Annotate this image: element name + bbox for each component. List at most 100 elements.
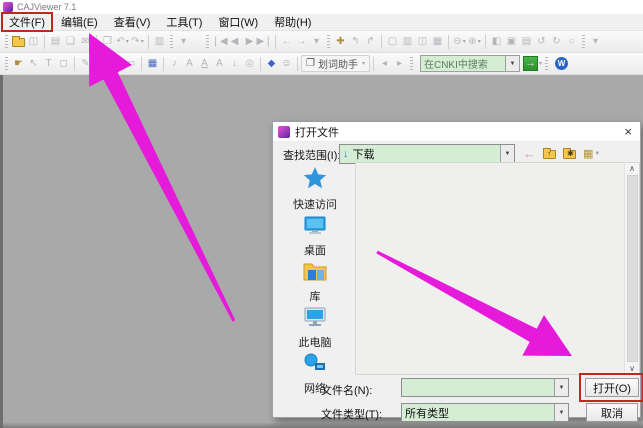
assistant-face-icon[interactable]: ☺ [279,55,294,73]
prev-view-icon[interactable]: ↰ [348,33,363,51]
image-annotation-icon[interactable]: ▦ [145,55,160,73]
page-setup-icon[interactable]: ❐ [100,33,115,51]
arrow-annotation-icon[interactable]: ↓ [227,55,242,73]
view-overflow-icon[interactable]: ▾ [588,33,603,51]
underline-text-icon[interactable]: A [197,55,212,73]
assistant-prev-icon[interactable]: ◂ [377,55,392,73]
redo-icon[interactable]: ↷ ▾ [130,33,145,51]
toolbar-separator [372,56,374,71]
magnifier-icon[interactable]: ○ [564,33,579,51]
close-icon[interactable]: × [624,125,632,138]
open-button[interactable]: 打开(O) [585,378,639,397]
next-page-icon[interactable]: ▶ [242,33,257,51]
file-type-combobox[interactable]: 所有类型 ▼ [401,403,569,422]
chevron-down-icon[interactable]: ▼ [554,379,568,396]
toolbar-separator [297,56,298,71]
look-in-value: 下载 [352,149,375,161]
file-list-area[interactable]: ∧ ∨ [355,162,640,375]
save-icon[interactable]: ◫ [26,33,41,51]
toolbar-overflow-icon[interactable]: ▾ [176,33,191,51]
continuous-facing-icon[interactable]: ▦ [430,33,445,51]
line-icon[interactable]: ╱ [93,55,108,73]
dialog-sidebar-item-desktop[interactable]: 桌面 [302,212,328,258]
last-page-icon[interactable]: ▶❘ [256,33,272,51]
chevron-down-icon[interactable]: ▼ [554,404,568,421]
select-image-icon[interactable]: T [41,55,56,73]
chevron-down-icon[interactable]: ▼ [504,56,519,71]
app-icon [278,125,290,138]
clipboard-icon: ❐ [306,58,315,69]
toolbar-separator [141,56,142,71]
view-menu-icon[interactable]: ▦ ▼ [583,147,600,160]
next-view-icon[interactable]: ↱ [363,33,378,51]
new-folder-icon[interactable]: ✱ [563,148,576,159]
prev-page-icon[interactable]: ◀ [227,33,242,51]
facing-page-icon[interactable]: ◫ [415,33,430,51]
print-preview-icon[interactable]: ❏ [63,33,78,51]
word-assistant-button[interactable]: ❐ 划词助手 ▾ [301,55,370,72]
fit-width-icon[interactable]: ◧ [489,33,504,51]
continuous-page-icon[interactable]: ▥ [400,33,415,51]
zoom-out-icon[interactable]: ⊖ ▾ [452,33,467,51]
highlight-icon[interactable]: ◎ [242,55,257,73]
file-name-input[interactable] [402,379,554,396]
pan-tool-icon[interactable]: ✚ [333,33,348,51]
print-icon[interactable]: ▤ [48,33,63,51]
rotate-left-icon[interactable]: ↺ [534,33,549,51]
cnki-logo-icon[interactable]: W [555,57,568,70]
chevron-down-icon[interactable]: ▾ [539,60,542,67]
snapshot-icon[interactable]: ◻ [56,55,71,73]
sidebar-item-label: 桌面 [304,245,326,257]
dialog-sidebar-item-library[interactable]: 库 [302,258,328,304]
actual-size-icon[interactable]: ▤ [519,33,534,51]
toolbar-grip [545,57,548,70]
up-one-level-icon[interactable]: ↑ [543,148,556,159]
freetext-icon[interactable]: A [182,55,197,73]
properties-icon[interactable]: ▥ [152,33,167,51]
select-text-icon[interactable]: ↖ [26,55,41,73]
rectangle-icon[interactable]: ▭ [123,55,138,73]
cnki-search-go-button[interactable]: → [522,56,538,71]
file-name-combobox[interactable]: ▼ [401,378,569,397]
menu-edit[interactable]: 编辑(E) [53,13,106,31]
single-page-icon[interactable]: ▢ [385,33,400,51]
open-file-icon[interactable] [11,33,26,51]
scroll-up-icon[interactable]: ∧ [629,164,635,173]
nav-overflow-icon[interactable]: ▾ [309,33,324,51]
look-in-combobox[interactable]: ↓ 下载 ▼ [339,144,515,164]
cancel-button[interactable]: 取消 [586,403,638,422]
dialog-titlebar[interactable]: 打开文件 × [273,122,640,142]
look-in-label: 查找范围(I): [283,150,341,162]
scroll-down-icon[interactable]: ∨ [629,364,635,373]
menu-view[interactable]: 查看(V) [106,13,159,31]
menu-bar: 文件(F) 编辑(E) 查看(V) 工具(T) 窗口(W) 帮助(H) [0,12,643,32]
dialog-nav-toolbar: ← ↑ ✱ ▦ ▼ [523,146,600,161]
rotate-right-icon[interactable]: ↻ [549,33,564,51]
scrollbar-thumb[interactable] [626,175,638,362]
star-icon [302,166,328,195]
email-icon[interactable]: ✉ [78,33,93,51]
note-icon[interactable]: ♪ [167,55,182,73]
forward-view-icon[interactable]: → [294,33,309,51]
first-page-icon[interactable]: ❘◀ [211,33,227,51]
back-icon[interactable]: ← [523,146,536,161]
cnki-search-input[interactable]: 在CNKI中搜索 ▼ [419,55,520,72]
menu-window[interactable]: 窗口(W) [210,13,266,31]
font-color-icon[interactable]: A [212,55,227,73]
undo-icon[interactable]: ↶ ▾ [115,33,130,51]
fit-page-icon[interactable]: ▣ [504,33,519,51]
vertical-scrollbar[interactable]: ∧ ∨ [624,163,639,374]
dialog-sidebar-item-quick[interactable]: 快速访问 [293,166,337,212]
zoom-in-icon[interactable]: ⊕ ▾ [467,33,482,51]
pencil-icon[interactable]: ✎ [78,55,93,73]
back-view-icon[interactable]: ← [279,33,294,51]
dialog-sidebar-item-computer[interactable]: 此电脑 [299,304,332,350]
menu-file[interactable]: 文件(F) [1,12,54,32]
menu-help[interactable]: 帮助(H) [266,13,319,31]
ocr-icon[interactable]: ◆ [264,55,279,73]
menu-tools[interactable]: 工具(T) [158,13,210,31]
chevron-down-icon[interactable]: ▼ [500,145,514,163]
assistant-next-icon[interactable]: ▸ [392,55,407,73]
curve-icon[interactable]: ≈ [108,55,123,73]
hand-tool-icon[interactable]: ☛ [11,55,26,73]
